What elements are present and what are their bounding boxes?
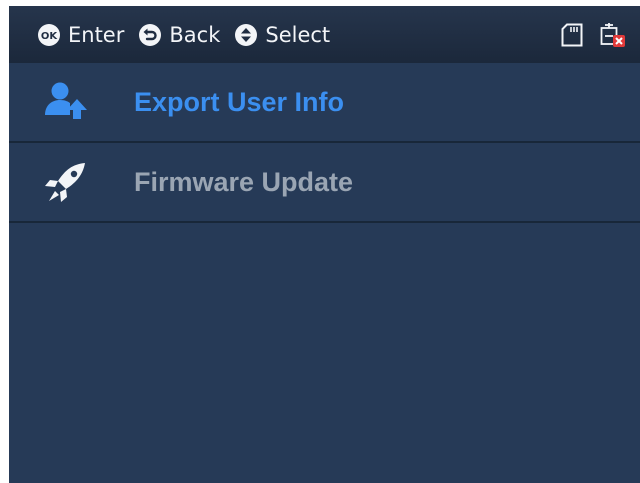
sd-card-icon xyxy=(561,23,583,47)
menu-item-firmware-update[interactable]: Firmware Update xyxy=(9,143,640,223)
menu-list: Export User Info Firmware Update xyxy=(9,63,640,223)
menu-item-export-user-info[interactable]: Export User Info xyxy=(9,63,640,143)
device-screen: OK Enter Back Select Export User Info Fi… xyxy=(9,6,640,483)
menu-item-label: Export User Info xyxy=(134,86,345,117)
rocket-icon xyxy=(45,163,85,202)
back-key-icon xyxy=(139,23,162,46)
ok-key-icon: OK xyxy=(38,23,60,46)
back-label: Back xyxy=(169,22,221,47)
svg-text:OK: OK xyxy=(41,31,59,42)
user-upload-icon xyxy=(45,82,87,119)
top-bar: OK Enter Back Select xyxy=(9,6,640,63)
enter-label: Enter xyxy=(68,22,125,47)
status-icons xyxy=(561,22,626,48)
enter-hint: OK Enter xyxy=(37,23,124,47)
select-hint: Select xyxy=(234,23,330,47)
back-hint: Back xyxy=(138,23,220,47)
menu-item-label: Firmware Update xyxy=(134,166,354,197)
network-disconnected-icon xyxy=(600,23,625,47)
select-label: Select xyxy=(265,22,331,47)
key-hints: OK Enter Back Select xyxy=(37,23,344,47)
updown-key-icon xyxy=(235,23,258,46)
